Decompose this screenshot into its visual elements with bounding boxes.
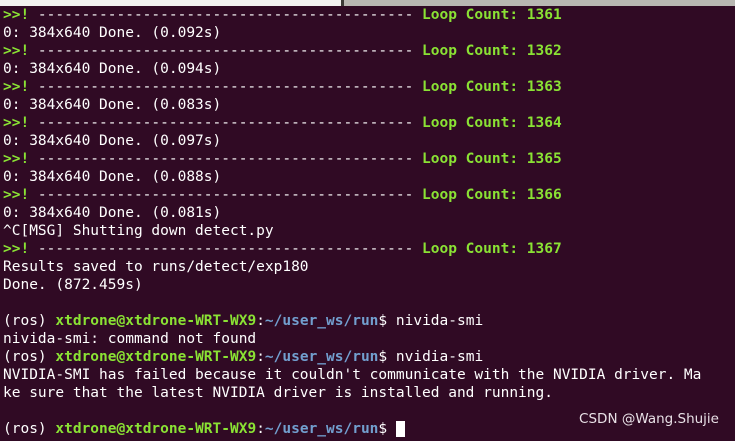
loop-prefix: >>!: [3, 241, 38, 257]
loop-dashes: ----------------------------------------…: [37, 115, 423, 131]
prompt-dollar: $: [378, 313, 396, 329]
loop-count-line: >>! ------------------------------------…: [3, 78, 735, 96]
loop-label: Loop Count:: [422, 79, 527, 95]
loop-dashes: ----------------------------------------…: [37, 241, 423, 257]
inference-done-line: 0: 384x640 Done. (0.097s): [3, 133, 222, 149]
loop-count-line: >>! ------------------------------------…: [3, 114, 735, 132]
prompt-user-host: xtdrone@xtdrone-WRT-WX9: [55, 421, 257, 437]
inference-done-line: 0: 384x640 Done. (0.092s): [3, 25, 222, 41]
loop-count-line: >>! ------------------------------------…: [3, 42, 735, 60]
prompt-path: ~/user_ws/run: [264, 421, 379, 437]
loop-dashes: ----------------------------------------…: [37, 187, 423, 203]
prompt-colon: :: [256, 313, 265, 329]
prompt-path: ~/user_ws/run: [264, 313, 379, 329]
command-text: nivida-smi: [395, 313, 484, 329]
total-done-line: Done. (872.459s): [3, 277, 143, 293]
loop-dashes: ----------------------------------------…: [37, 43, 423, 59]
command-text: nvidia-smi: [395, 349, 484, 365]
loop-count-value: 1363: [526, 79, 562, 95]
command-output: ke sure that the latest NVIDIA driver is…: [3, 385, 553, 401]
loop-dashes: ----------------------------------------…: [37, 151, 423, 167]
loop-label: Loop Count:: [422, 187, 527, 203]
shutdown-message: ^C[MSG] Shutting down detect.py: [3, 223, 274, 239]
command-output: NVIDIA-SMI has failed because it couldn'…: [3, 367, 702, 383]
command-output: nivida-smi: command not found: [3, 331, 257, 347]
loop-count-line: >>! ------------------------------------…: [3, 6, 735, 24]
prompt-user-host: xtdrone@xtdrone-WRT-WX9: [55, 313, 257, 329]
loop-label: Loop Count:: [422, 115, 527, 131]
loop-count-value: 1367: [526, 241, 562, 257]
loop-count-line: >>! ------------------------------------…: [3, 186, 735, 204]
loop-count-value: 1366: [526, 187, 562, 203]
loop-count-value: 1362: [526, 43, 562, 59]
loop-label: Loop Count:: [422, 151, 527, 167]
prompt-line-1: (ros) xtdrone@xtdrone-WRT-WX9:~/user_ws/…: [3, 312, 735, 330]
loop-count-value: 1361: [526, 7, 562, 23]
inference-done-line: 0: 384x640 Done. (0.081s): [3, 205, 222, 221]
loop-label: Loop Count:: [422, 241, 527, 257]
inference-done-line: 0: 384x640 Done. (0.094s): [3, 61, 222, 77]
prompt-env: (ros): [3, 349, 56, 365]
prompt-colon: :: [256, 349, 265, 365]
terminal-output[interactable]: >>! ------------------------------------…: [3, 6, 735, 438]
watermark: CSDN @Wang.Shujie: [579, 411, 719, 427]
inference-done-line: 0: 384x640 Done. (0.088s): [3, 169, 222, 185]
prompt-user-host: xtdrone@xtdrone-WRT-WX9: [55, 349, 257, 365]
loop-prefix: >>!: [3, 43, 38, 59]
loop-prefix: >>!: [3, 115, 38, 131]
text-cursor: [395, 421, 405, 437]
loop-count-line-last: >>! ------------------------------------…: [3, 240, 735, 258]
prompt-dollar: $: [378, 349, 396, 365]
loop-label: Loop Count:: [422, 43, 527, 59]
loop-prefix: >>!: [3, 79, 38, 95]
prompt-env: (ros): [3, 421, 56, 437]
loop-dashes: ----------------------------------------…: [37, 79, 423, 95]
loop-label: Loop Count:: [422, 7, 527, 23]
loop-count-line: >>! ------------------------------------…: [3, 150, 735, 168]
loop-count-value: 1365: [526, 151, 562, 167]
detect-log: >>! ------------------------------------…: [3, 6, 735, 222]
loop-prefix: >>!: [3, 187, 38, 203]
prompt-path: ~/user_ws/run: [264, 349, 379, 365]
loop-count-value: 1364: [526, 115, 562, 131]
loop-prefix: >>!: [3, 151, 38, 167]
loop-prefix: >>!: [3, 7, 38, 23]
loop-dashes: ----------------------------------------…: [37, 7, 423, 23]
prompt-dollar: $: [378, 421, 396, 437]
results-saved-line: Results saved to runs/detect/exp180: [3, 259, 309, 275]
prompt-line-2: (ros) xtdrone@xtdrone-WRT-WX9:~/user_ws/…: [3, 348, 735, 366]
prompt-colon: :: [256, 421, 265, 437]
inference-done-line: 0: 384x640 Done. (0.083s): [3, 97, 222, 113]
prompt-env: (ros): [3, 313, 56, 329]
